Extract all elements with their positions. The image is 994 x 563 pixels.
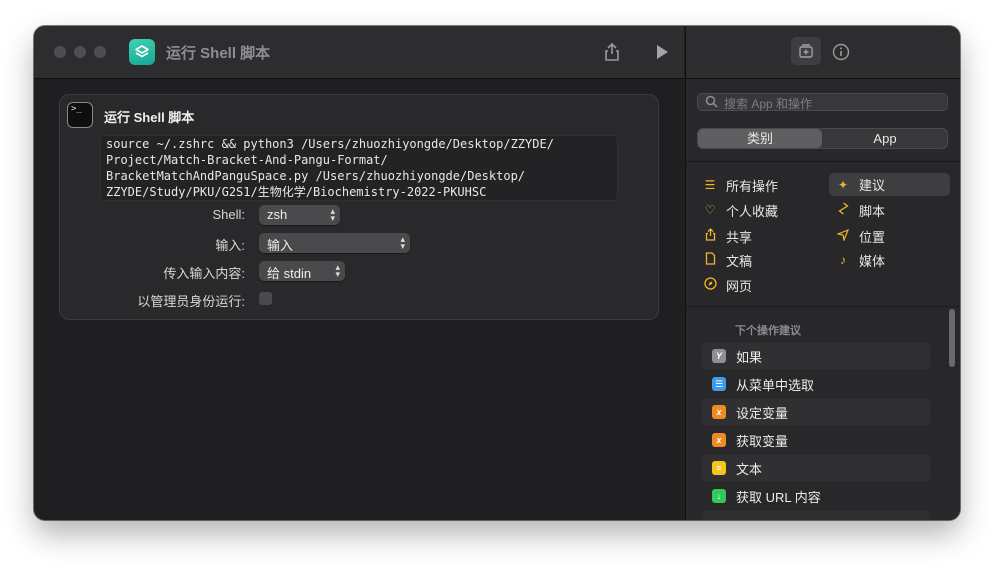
chevron-up-down-icon: ▴ ▾	[335, 262, 340, 279]
script-line: source ~/.zshrc && python3 /Users/zhuozh…	[106, 137, 554, 151]
category-location[interactable]: 位置	[835, 226, 945, 246]
category-documents[interactable]: 文稿	[702, 250, 822, 270]
category-label: 脚本	[859, 203, 886, 219]
action-search-input[interactable]: 搜索 App 和操作	[697, 93, 948, 111]
category-label: 媒体	[859, 253, 886, 269]
pass-input-value: 给 stdin	[267, 266, 312, 281]
sparkles-icon: ✦	[837, 177, 849, 192]
script-line: BracketMatchAndPanguSpace.py /Users/zhuo…	[106, 169, 526, 183]
document-icon	[702, 252, 718, 268]
action-title: 运行 Shell 脚本	[104, 110, 195, 125]
close-window-button[interactable]	[54, 46, 66, 58]
info-icon[interactable]	[829, 40, 853, 64]
divider	[686, 306, 960, 307]
suggestion-label: 从菜单中选取	[736, 377, 815, 393]
shell-select[interactable]: zsh ▴ ▾	[259, 205, 340, 225]
suggestion-partial[interactable]	[702, 511, 930, 520]
list-icon: ☰	[704, 178, 716, 192]
category-label: 文稿	[726, 253, 753, 269]
suggestion-label: 获取 URL 内容	[736, 489, 821, 505]
next-actions-heading: 下个操作建议	[735, 325, 801, 337]
share-icon	[702, 228, 718, 244]
minimize-window-button[interactable]	[74, 46, 86, 58]
editor-toolbar: 运行 Shell 脚本	[34, 26, 684, 79]
shell-value: zsh	[267, 207, 288, 222]
category-label: 个人收藏	[726, 203, 779, 219]
divider	[686, 161, 960, 162]
script-line: Project/Match-Bracket-And-Pangu-Format/	[106, 153, 388, 167]
editor-canvas: >_ 运行 Shell 脚本 source ~/.zshrc && python…	[34, 79, 684, 520]
action-library: 搜索 App 和操作 类别 App ☰ 所有操作 ♡ 个人收藏 共享 文稿 网页…	[685, 26, 960, 520]
category-scripting[interactable]: 脚本	[835, 200, 945, 220]
suggestion-if[interactable]: Y 如果	[702, 343, 930, 369]
scripting-icon	[835, 202, 851, 218]
search-placeholder: 搜索 App 和操作	[724, 97, 813, 111]
variable-icon: x	[712, 405, 726, 419]
pass-input-label: 传入输入内容:	[163, 266, 245, 281]
run-as-admin-label: 以管理员身份运行:	[137, 294, 245, 309]
category-all-actions[interactable]: ☰ 所有操作	[702, 175, 822, 195]
suggestion-label: 设定变量	[736, 405, 789, 421]
text-icon: ≡	[712, 461, 726, 475]
window-title: 运行 Shell 脚本	[166, 45, 271, 62]
category-label: 网页	[726, 278, 753, 294]
heart-icon: ♡	[704, 203, 716, 217]
shell-label: Shell:	[212, 207, 245, 222]
if-icon: Y	[712, 349, 726, 363]
chevron-up-down-icon: ▴ ▾	[400, 234, 405, 251]
category-label: 所有操作	[726, 178, 779, 194]
category-label: 共享	[726, 229, 753, 245]
chevron-up-down-icon: ▴ ▾	[330, 206, 335, 223]
suggestion-label: 文本	[736, 461, 763, 477]
script-line: ZZYDE/Study/PKU/G2S1/生物化学/Biochemistry-2…	[106, 185, 487, 199]
category-sharing[interactable]: 共享	[702, 226, 822, 246]
suggestion-get-variable[interactable]: x 获取变量	[702, 427, 930, 453]
library-toolbar	[686, 26, 960, 79]
suggestion-set-variable[interactable]: x 设定变量	[702, 399, 930, 425]
variable-icon: x	[712, 433, 726, 447]
run-shell-script-action[interactable]: >_ 运行 Shell 脚本 source ~/.zshrc && python…	[59, 94, 659, 320]
category-label: 位置	[859, 229, 886, 245]
run-as-admin-checkbox[interactable]	[259, 292, 272, 305]
script-editor[interactable]: source ~/.zshrc && python3 /Users/zhuozh…	[100, 135, 618, 201]
segment-apps[interactable]: App	[823, 129, 947, 148]
music-note-icon: ♪	[840, 253, 846, 267]
category-media[interactable]: ♪ 媒体	[835, 250, 945, 270]
shortcuts-app-icon[interactable]	[129, 39, 155, 65]
location-arrow-icon	[835, 228, 851, 244]
run-shortcut-icon[interactable]	[650, 40, 674, 64]
suggestion-choose-from-menu[interactable]: ☰ 从菜单中选取	[702, 371, 930, 397]
zoom-window-button[interactable]	[94, 46, 106, 58]
segment-categories[interactable]: 类别	[698, 129, 822, 148]
suggestion-label: 如果	[736, 349, 763, 365]
menu-icon: ☰	[712, 377, 726, 391]
input-value: 输入	[267, 238, 294, 253]
library-segmented-control: 类别 App	[697, 128, 948, 149]
suggestions-scrollbar[interactable]	[949, 309, 955, 367]
search-icon	[705, 95, 718, 111]
category-label: 建议	[859, 178, 886, 193]
library-icon[interactable]	[791, 37, 821, 65]
share-icon[interactable]	[600, 40, 624, 64]
compass-icon	[702, 277, 718, 293]
category-web[interactable]: 网页	[702, 275, 822, 295]
input-label: 输入:	[215, 238, 245, 253]
category-favorites[interactable]: ♡ 个人收藏	[702, 200, 822, 220]
input-select[interactable]: 输入 ▴ ▾	[259, 233, 410, 253]
category-suggestions[interactable]: ✦ 建议	[829, 173, 950, 196]
shortcuts-window: 运行 Shell 脚本 >_ 运行 Shell 脚本 source ~/.zsh…	[34, 26, 960, 520]
terminal-icon: >_	[67, 102, 93, 128]
suggestion-text[interactable]: ≡ 文本	[702, 455, 930, 481]
url-content-icon: ↓	[712, 489, 726, 503]
suggestion-get-url-contents[interactable]: ↓ 获取 URL 内容	[702, 483, 930, 509]
suggestion-label: 获取变量	[736, 433, 789, 449]
pass-input-select[interactable]: 给 stdin ▴ ▾	[259, 261, 345, 281]
